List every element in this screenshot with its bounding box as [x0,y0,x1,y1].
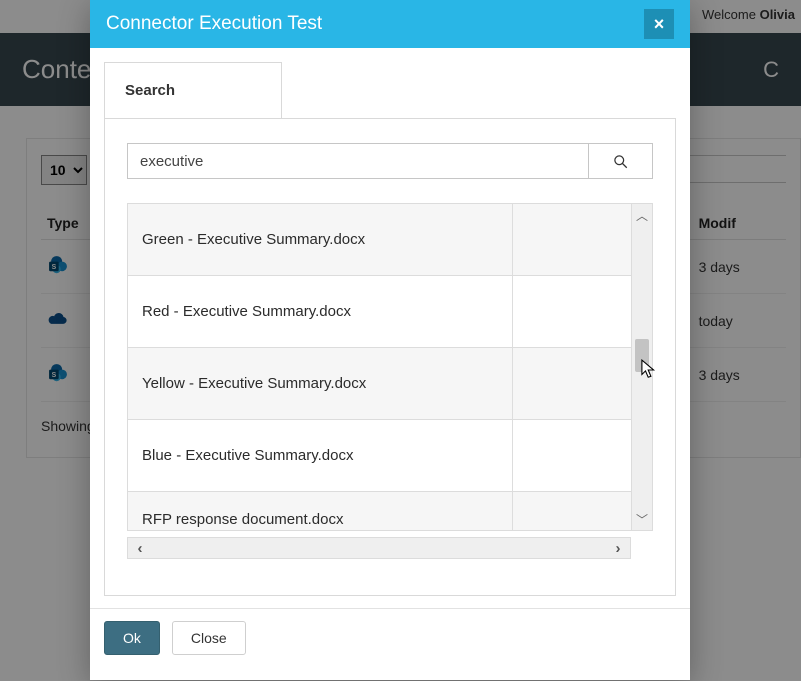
modal-close-button[interactable]: × [644,9,674,39]
result-title: Yellow - Executive Summary.docx [142,375,366,392]
ok-button[interactable]: Ok [104,621,160,655]
results-list: Green - Executive Summary.docx· ·· ·· ··… [127,203,653,531]
scroll-up-icon[interactable]: ︿ [632,204,652,226]
search-icon [613,154,628,169]
tab-search[interactable]: Search [104,62,282,118]
scroll-left-icon[interactable]: ‹ [128,540,152,557]
connector-test-modal: Connector Execution Test × Search Green … [90,0,690,680]
scroll-thumb[interactable] [635,339,649,372]
search-panel: Green - Executive Summary.docx· ·· ·· ··… [104,118,676,596]
result-title: Red - Executive Summary.docx [142,303,351,320]
result-row[interactable]: Yellow - Executive Summary.docx· ·· ·· ·… [128,348,653,420]
search-button[interactable] [589,143,653,179]
scroll-right-icon[interactable]: › [606,540,630,557]
result-title: RFP response document.docx [142,511,344,528]
search-input[interactable] [127,143,589,179]
scroll-down-icon[interactable]: ﹀ [632,508,652,530]
modal-footer: Ok Close [90,608,690,666]
modal-tabs: Search [104,62,676,118]
result-row[interactable]: Red - Executive Summary.docx· ·· ·· ·· · [128,276,653,348]
close-icon: × [654,14,665,35]
result-title: Green - Executive Summary.docx [142,231,365,248]
result-row[interactable]: RFP response document.docx [128,492,653,531]
vertical-scrollbar[interactable]: ︿ ﹀ [631,203,653,531]
result-row[interactable]: Green - Executive Summary.docx· ·· ·· ··… [128,204,653,276]
result-title: Blue - Executive Summary.docx [142,447,353,464]
result-row[interactable]: Blue - Executive Summary.docx· ·· ·· ·· … [128,420,653,492]
modal-title: Connector Execution Test [106,13,322,35]
close-button[interactable]: Close [172,621,246,655]
horizontal-scrollbar[interactable]: ‹ › [127,537,631,559]
modal-header: Connector Execution Test × [90,0,690,48]
